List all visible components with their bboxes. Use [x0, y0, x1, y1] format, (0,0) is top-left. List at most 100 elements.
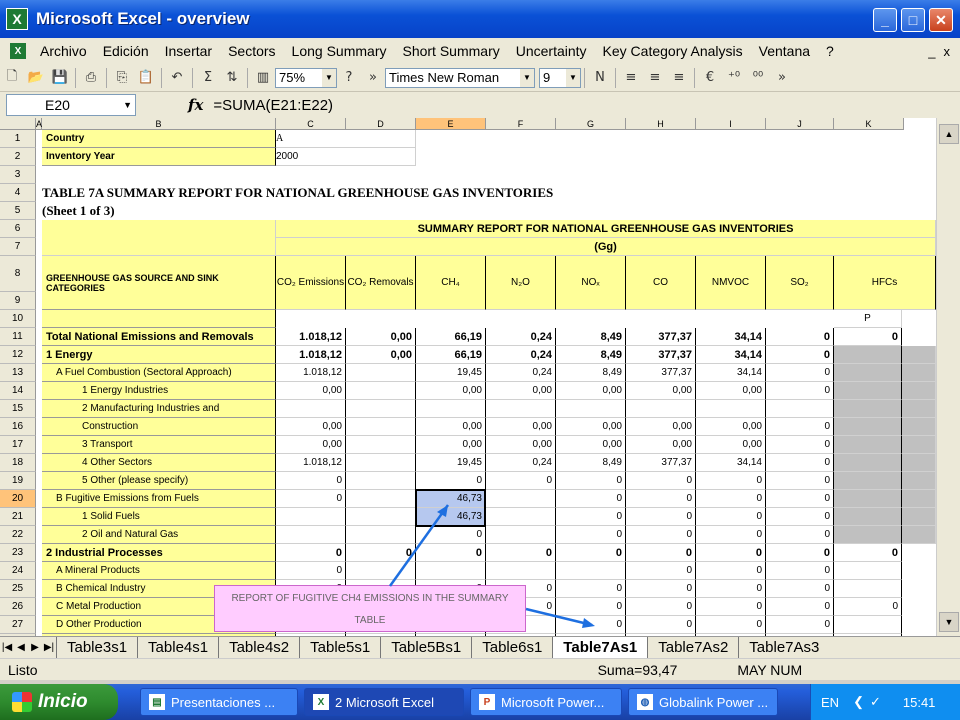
data-cell[interactable]: 0 [626, 562, 696, 580]
row-header[interactable]: 19 [0, 472, 36, 490]
document-icon[interactable]: X [10, 43, 26, 59]
year-value[interactable]: 2000 [276, 148, 416, 166]
data-cell[interactable]: 34,14 [696, 328, 766, 346]
data-cell[interactable]: 0 [486, 544, 556, 562]
data-cell[interactable]: 0 [766, 436, 834, 454]
data-cell[interactable] [486, 562, 556, 580]
row-header[interactable]: 10 [0, 310, 36, 328]
sheet-tab-table4s2[interactable]: Table4s2 [218, 637, 299, 658]
row-header[interactable]: 21 [0, 508, 36, 526]
row-header[interactable]: 26 [0, 598, 36, 616]
menu-key-category[interactable]: Key Category Analysis [595, 43, 751, 59]
menu-sectors[interactable]: Sectors [220, 43, 283, 59]
data-cell[interactable]: 19,45 [416, 454, 486, 472]
last-sheet-icon[interactable]: ▶| [42, 642, 56, 653]
data-cell[interactable]: 0,00 [486, 382, 556, 400]
data-cell[interactable] [486, 490, 556, 508]
row-header[interactable]: 11 [0, 328, 36, 346]
data-cell[interactable]: 8,49 [556, 364, 626, 382]
data-cell[interactable]: 34,14 [696, 454, 766, 472]
column-header-J[interactable]: J [766, 118, 834, 130]
row-header[interactable]: 1 [0, 130, 36, 148]
data-cell[interactable]: 0 [766, 580, 834, 598]
column-header-D[interactable]: D [346, 118, 416, 130]
sheet-tab-table4s1[interactable]: Table4s1 [137, 637, 218, 658]
data-cell[interactable]: 0,00 [556, 436, 626, 454]
data-cell[interactable] [276, 400, 346, 418]
data-cell[interactable] [416, 562, 486, 580]
data-cell[interactable]: 8,49 [556, 346, 626, 364]
data-cell[interactable] [276, 526, 346, 544]
doc-close-button[interactable]: x [944, 44, 951, 59]
language-indicator[interactable]: EN [821, 695, 839, 710]
paste-icon[interactable]: 📋 [134, 67, 158, 89]
data-cell[interactable]: 0,00 [276, 382, 346, 400]
column-header-E[interactable]: E [416, 118, 486, 130]
data-cell[interactable]: 34,14 [696, 364, 766, 382]
data-cell[interactable]: 1.018,12 [276, 364, 346, 382]
column-header-B[interactable]: B [42, 118, 276, 130]
data-cell[interactable]: 46,73 [416, 508, 486, 526]
name-box[interactable]: E20 ▼ [6, 94, 136, 116]
data-cell[interactable]: 0,00 [696, 418, 766, 436]
data-cell[interactable]: 0 [276, 472, 346, 490]
sheet-tab-table3s1[interactable]: Table3s1 [56, 637, 137, 658]
scroll-down-icon[interactable]: ▼ [939, 612, 959, 632]
data-cell[interactable]: 0 [766, 454, 834, 472]
data-cell[interactable]: 0 [626, 616, 696, 634]
more-icon[interactable]: » [361, 67, 385, 89]
menu-uncertainty[interactable]: Uncertainty [508, 43, 595, 59]
data-cell[interactable]: 0 [556, 580, 626, 598]
next-sheet-icon[interactable]: ▶ [28, 642, 42, 653]
menu-insertar[interactable]: Insertar [157, 43, 220, 59]
size-select[interactable]: 9 ▼ [539, 67, 581, 88]
data-cell[interactable] [766, 400, 834, 418]
data-cell[interactable]: 0 [626, 580, 696, 598]
data-cell[interactable]: 0 [626, 490, 696, 508]
data-cell[interactable] [834, 472, 902, 490]
data-cell[interactable] [834, 490, 902, 508]
data-cell[interactable]: 0,00 [486, 418, 556, 436]
data-cell[interactable] [834, 526, 902, 544]
data-cell[interactable]: 0 [766, 382, 834, 400]
data-cell[interactable]: 0 [556, 490, 626, 508]
data-cell[interactable]: 0,00 [276, 436, 346, 454]
data-cell[interactable] [696, 400, 766, 418]
column-header-I[interactable]: I [696, 118, 766, 130]
antivirus-icon[interactable]: ✓ [870, 694, 881, 710]
data-cell[interactable] [486, 400, 556, 418]
data-cell[interactable]: 0 [696, 508, 766, 526]
data-cell[interactable]: 0 [416, 526, 486, 544]
menu-long-summary[interactable]: Long Summary [284, 43, 395, 59]
print-icon[interactable]: ⎙ [79, 67, 103, 89]
column-header-K[interactable]: K [834, 118, 904, 130]
data-cell[interactable]: 0 [626, 598, 696, 616]
data-cell[interactable] [834, 616, 902, 634]
sort-icon[interactable]: ⇅ [220, 67, 244, 89]
row-header[interactable]: 22 [0, 526, 36, 544]
first-sheet-icon[interactable]: |◀ [0, 642, 14, 653]
align-center-icon[interactable]: ≡ [643, 67, 667, 89]
data-cell[interactable] [834, 436, 902, 454]
data-cell[interactable]: 1.018,12 [276, 454, 346, 472]
row-header[interactable]: 24 [0, 562, 36, 580]
save-icon[interactable]: 💾 [48, 67, 72, 89]
data-cell[interactable]: 0 [766, 472, 834, 490]
data-cell[interactable]: 0 [486, 472, 556, 490]
row-header[interactable]: 13 [0, 364, 36, 382]
data-cell[interactable] [486, 508, 556, 526]
doc-minimize-button[interactable]: _ [928, 44, 935, 59]
data-cell[interactable] [834, 580, 902, 598]
menu-edicion[interactable]: Edición [95, 43, 157, 59]
data-cell[interactable] [486, 526, 556, 544]
data-cell[interactable]: 0 [276, 544, 346, 562]
decrease-decimal-icon[interactable]: ⁰⁰ [746, 67, 770, 89]
menu-short-summary[interactable]: Short Summary [394, 43, 507, 59]
data-cell[interactable]: 0,00 [626, 418, 696, 436]
data-cell[interactable]: 0,00 [556, 418, 626, 436]
data-cell[interactable]: 0 [416, 544, 486, 562]
data-cell[interactable] [276, 508, 346, 526]
new-icon[interactable]: 🗋 [0, 67, 24, 89]
font-select[interactable]: Times New Roman ▼ [385, 67, 535, 88]
data-cell[interactable]: 0,00 [626, 382, 696, 400]
